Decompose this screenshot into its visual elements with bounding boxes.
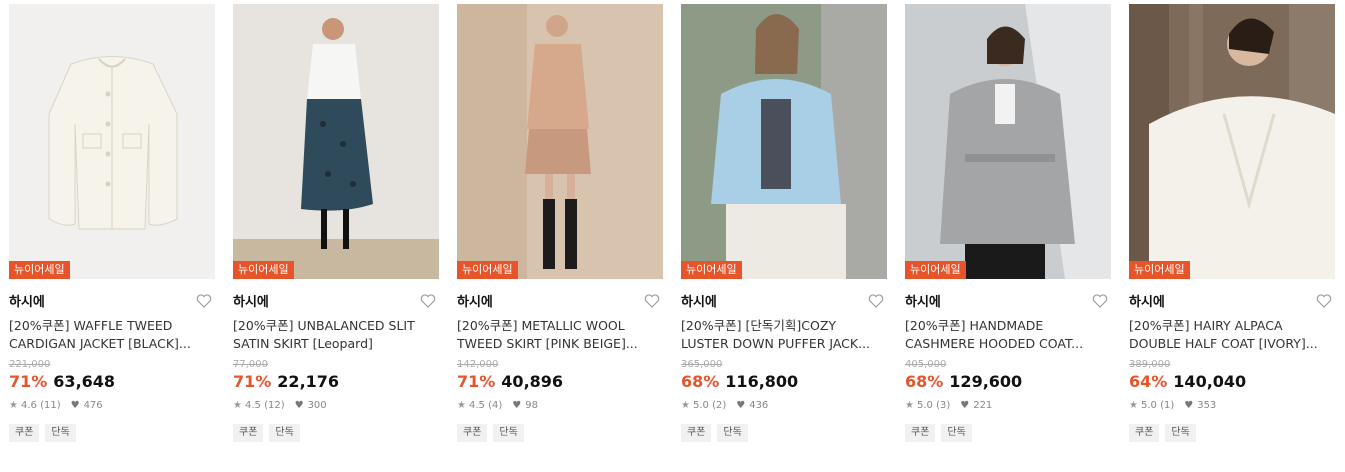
star-icon: ★ <box>681 400 690 411</box>
original-price: 77,000 <box>233 359 268 370</box>
star-icon: ★ <box>1129 400 1138 411</box>
original-price: 389,000 <box>1129 359 1171 370</box>
discount-rate: 68% <box>905 372 944 391</box>
star-icon: ★ <box>457 400 466 411</box>
sale-price: 22,176 <box>277 372 340 391</box>
sale-badge: 뉴이어세일 <box>1129 261 1190 279</box>
like-count: 353 <box>1197 400 1217 411</box>
product-card[interactable]: 뉴이어세일 하시에 [20%쿠폰] HAIRY ALPACA DOUBLE HA… <box>1129 4 1335 442</box>
star-icon: ★ <box>9 400 18 411</box>
brand-name[interactable]: 하시에 <box>681 295 717 310</box>
exclusive-tag: 단독 <box>1165 424 1196 442</box>
like-count: 98 <box>525 400 538 411</box>
review-count: (3) <box>936 400 951 411</box>
star-icon: ★ <box>905 400 914 411</box>
sale-price: 40,896 <box>501 372 564 391</box>
brand-name[interactable]: 하시에 <box>233 295 269 310</box>
product-image[interactable]: 뉴이어세일 <box>457 4 663 279</box>
review-count: (2) <box>712 400 727 411</box>
discount-rate: 71% <box>9 372 48 391</box>
product-title[interactable]: [20%쿠폰] HANDMADE CASHMERE HOODED COAT... <box>905 317 1111 353</box>
product-image[interactable]: 뉴이어세일 <box>9 4 215 279</box>
heart-icon[interactable] <box>867 292 885 310</box>
original-price: 365,000 <box>681 359 723 370</box>
like-heart-icon: ♥ <box>512 400 522 411</box>
heart-icon[interactable] <box>643 292 661 310</box>
rating: 5.0 <box>1140 400 1157 411</box>
sale-badge: 뉴이어세일 <box>9 261 70 279</box>
like-count: 221 <box>973 400 993 411</box>
original-price: 142,000 <box>457 359 499 370</box>
like-heart-icon: ♥ <box>70 400 80 411</box>
product-card[interactable]: 뉴이어세일 하시에 [20%쿠폰] [단독기획]COZY LUSTER DOWN… <box>681 4 887 442</box>
rating: 5.0 <box>692 400 709 411</box>
discount-rate: 64% <box>1129 372 1168 391</box>
coupon-tag: 쿠폰 <box>457 424 488 442</box>
discount-rate: 71% <box>233 372 272 391</box>
product-image[interactable]: 뉴이어세일 <box>1129 4 1335 279</box>
exclusive-tag: 단독 <box>941 424 972 442</box>
product-card[interactable]: 뉴이어세일 하시에 [20%쿠폰] HANDMADE CASHMERE HOOD… <box>905 4 1111 442</box>
coupon-tag: 쿠폰 <box>1129 424 1160 442</box>
star-icon: ★ <box>233 400 242 411</box>
like-count: 300 <box>307 400 327 411</box>
product-card[interactable]: 뉴이어세일 하시에 [20%쿠폰] UNBALANCED SLIT SATIN … <box>233 4 439 442</box>
review-count: (1) <box>1160 400 1175 411</box>
original-price: 221,000 <box>9 359 51 370</box>
sale-badge: 뉴이어세일 <box>457 261 518 279</box>
review-count: (12) <box>264 400 285 411</box>
exclusive-tag: 단독 <box>269 424 300 442</box>
review-count: (11) <box>40 400 61 411</box>
rating: 4.6 <box>20 400 37 411</box>
rating: 4.5 <box>468 400 485 411</box>
product-title[interactable]: [20%쿠폰] METALLIC WOOL TWEED SKIRT [PINK … <box>457 317 663 353</box>
review-count: (4) <box>488 400 503 411</box>
discount-rate: 68% <box>681 372 720 391</box>
brand-name[interactable]: 하시에 <box>1129 295 1165 310</box>
product-image[interactable]: 뉴이어세일 <box>681 4 887 279</box>
sale-badge: 뉴이어세일 <box>905 261 966 279</box>
coupon-tag: 쿠폰 <box>905 424 936 442</box>
product-card[interactable]: 뉴이어세일 하시에 [20%쿠폰] WAFFLE TWEED CARDIGAN … <box>9 4 215 442</box>
like-heart-icon: ♥ <box>960 400 970 411</box>
rating: 5.0 <box>916 400 933 411</box>
product-image[interactable]: 뉴이어세일 <box>233 4 439 279</box>
product-image[interactable]: 뉴이어세일 <box>905 4 1111 279</box>
sale-price: 140,040 <box>1173 372 1247 391</box>
coupon-tag: 쿠폰 <box>681 424 712 442</box>
like-heart-icon: ♥ <box>294 400 304 411</box>
product-title[interactable]: [20%쿠폰] HAIRY ALPACA DOUBLE HALF COAT [I… <box>1129 317 1335 353</box>
brand-name[interactable]: 하시에 <box>9 295 45 310</box>
sale-badge: 뉴이어세일 <box>233 261 294 279</box>
original-price: 405,000 <box>905 359 947 370</box>
exclusive-tag: 단독 <box>717 424 748 442</box>
product-title[interactable]: [20%쿠폰] WAFFLE TWEED CARDIGAN JACKET [BL… <box>9 317 215 353</box>
heart-icon[interactable] <box>1091 292 1109 310</box>
product-title[interactable]: [20%쿠폰] UNBALANCED SLIT SATIN SKIRT [Leo… <box>233 317 439 353</box>
heart-icon[interactable] <box>1315 292 1333 310</box>
coupon-tag: 쿠폰 <box>233 424 264 442</box>
brand-name[interactable]: 하시에 <box>457 295 493 310</box>
product-grid: 뉴이어세일 하시에 [20%쿠폰] WAFFLE TWEED CARDIGAN … <box>0 0 1345 472</box>
sale-price: 63,648 <box>53 372 116 391</box>
like-heart-icon: ♥ <box>1184 400 1194 411</box>
heart-icon[interactable] <box>419 292 437 310</box>
coupon-tag: 쿠폰 <box>9 424 40 442</box>
sale-price: 116,800 <box>725 372 799 391</box>
product-title[interactable]: [20%쿠폰] [단독기획]COZY LUSTER DOWN PUFFER JA… <box>681 317 887 353</box>
rating: 4.5 <box>244 400 261 411</box>
exclusive-tag: 단독 <box>493 424 524 442</box>
sale-badge: 뉴이어세일 <box>681 261 742 279</box>
like-heart-icon: ♥ <box>736 400 746 411</box>
exclusive-tag: 단독 <box>45 424 76 442</box>
like-count: 476 <box>83 400 103 411</box>
heart-icon[interactable] <box>195 292 213 310</box>
sale-price: 129,600 <box>949 372 1023 391</box>
brand-name[interactable]: 하시에 <box>905 295 941 310</box>
product-card[interactable]: 뉴이어세일 하시에 [20%쿠폰] METALLIC WOOL TWEED SK… <box>457 4 663 442</box>
like-count: 436 <box>749 400 769 411</box>
discount-rate: 71% <box>457 372 496 391</box>
